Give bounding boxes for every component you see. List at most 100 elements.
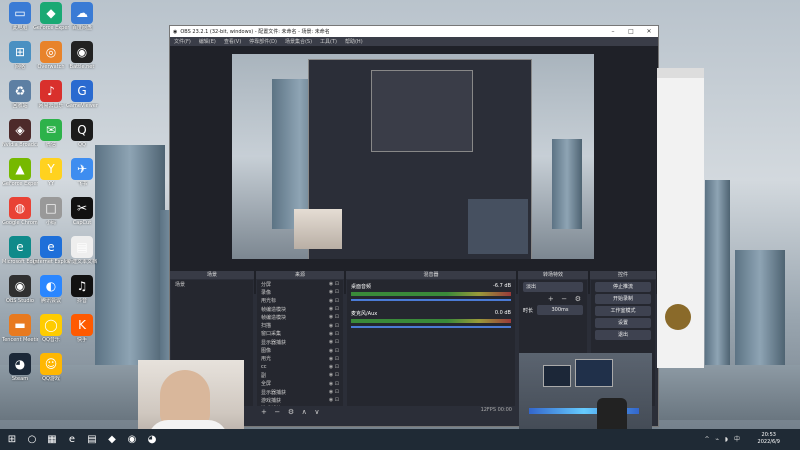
desktop-shortcut-label: 新建文本文档 bbox=[66, 259, 97, 265]
menu-item[interactable]: 文件(F) bbox=[174, 38, 191, 45]
visibility-lock-icon[interactable]: ◉ ⊡ bbox=[329, 397, 339, 403]
menu-item[interactable]: 工具(T) bbox=[320, 38, 337, 45]
source-name: 录像 bbox=[261, 289, 272, 296]
add-source-icon[interactable]: + bbox=[261, 408, 267, 416]
visibility-lock-icon[interactable]: ◉ ⊡ bbox=[329, 339, 339, 345]
source-item[interactable]: 分屏 ◉ ⊡ bbox=[257, 280, 343, 288]
visibility-lock-icon[interactable]: ◉ ⊡ bbox=[329, 381, 339, 387]
source-item[interactable]: 录像 ◉ ⊡ bbox=[257, 288, 343, 296]
source-item[interactable]: 用光 ◉ ⊡ bbox=[257, 355, 343, 363]
duration-label: 时长 bbox=[523, 307, 534, 314]
visibility-lock-icon[interactable]: ◉ ⊡ bbox=[329, 364, 339, 370]
visibility-lock-icon[interactable]: ◉ ⊡ bbox=[329, 314, 339, 320]
taskbar-clock[interactable]: 20:53 2022/6/9 bbox=[758, 432, 780, 446]
source-item[interactable]: cc ◉ ⊡ bbox=[257, 363, 343, 371]
source-item[interactable]: 用光标 ◉ ⊡ bbox=[257, 297, 343, 305]
move-down-icon[interactable]: ∨ bbox=[314, 408, 319, 416]
visibility-lock-icon[interactable]: ◉ ⊡ bbox=[329, 331, 339, 337]
volume-meter bbox=[351, 292, 511, 296]
visibility-lock-icon[interactable]: ◉ ⊡ bbox=[329, 281, 339, 287]
volume-slider[interactable] bbox=[351, 326, 511, 328]
desktop-shortcut[interactable]: K 快手 bbox=[64, 314, 100, 344]
taskbar-app-icon[interactable]: ▤ bbox=[84, 433, 100, 447]
transitions-dock-title: 转场特效 bbox=[518, 271, 588, 279]
source-item[interactable]: 窗口采集 ◉ ⊡ bbox=[257, 330, 343, 338]
desktop-shortcut[interactable]: ☁ 百度网盘 bbox=[64, 2, 100, 32]
visibility-lock-icon[interactable]: ◉ ⊡ bbox=[329, 348, 339, 354]
visibility-lock-icon[interactable]: ◉ ⊡ bbox=[329, 306, 339, 312]
app-icon: ◯ bbox=[40, 314, 62, 336]
source-properties-icon[interactable]: ⚙ bbox=[288, 408, 294, 416]
desktop-shortcut-label: 抖音 bbox=[76, 298, 87, 304]
control-button[interactable]: 工作室模式 bbox=[595, 306, 651, 316]
menu-item[interactable]: 查看(V) bbox=[224, 38, 241, 45]
menu-item[interactable]: 停靠部件(D) bbox=[249, 38, 277, 45]
obs-titlebar[interactable]: ◉ OBS 23.2.1 (32-bit, windows) - 配置文件: 未… bbox=[170, 26, 658, 37]
move-up-icon[interactable]: ∧ bbox=[302, 408, 307, 416]
taskbar-items: ⊞ ○ ▦ e ▤ ◆ ◉ ◕ bbox=[0, 433, 160, 447]
visibility-lock-icon[interactable]: ◉ ⊡ bbox=[329, 372, 339, 378]
side-app-window[interactable] bbox=[657, 68, 704, 368]
source-item[interactable]: 游戏捕获 2◉ ⊡ bbox=[257, 404, 343, 407]
source-item[interactable]: 扫描 ◉ ⊡ bbox=[257, 321, 343, 330]
taskbar-app-icon[interactable]: ◕ bbox=[144, 433, 160, 447]
source-item[interactable]: 游戏捕获 ◉ ⊡ bbox=[257, 396, 343, 404]
maximize-icon[interactable]: □ bbox=[622, 28, 640, 35]
taskbar-app-icon[interactable]: ◉ bbox=[124, 433, 140, 447]
streamer-figure bbox=[160, 370, 210, 425]
taskbar-app-icon[interactable]: ◆ bbox=[104, 433, 120, 447]
control-button[interactable]: 设置 bbox=[595, 318, 651, 328]
desktop-shortcut[interactable]: Q QQ bbox=[64, 119, 100, 149]
visibility-lock-icon[interactable]: ◉ ⊡ bbox=[329, 289, 339, 295]
desktop-shortcut[interactable]: G GameViewer bbox=[64, 80, 100, 110]
visibility-lock-icon[interactable]: ◉ ⊡ bbox=[329, 323, 339, 329]
menu-item[interactable]: 帮助(H) bbox=[345, 38, 363, 45]
app-icon: ♪ bbox=[40, 80, 62, 102]
obs-preview-canvas[interactable] bbox=[232, 54, 594, 259]
source-name: 游戏捕获 bbox=[261, 397, 282, 404]
obs-preview-area[interactable] bbox=[170, 46, 658, 294]
source-name: 副 bbox=[261, 372, 267, 379]
volume-slider[interactable] bbox=[351, 299, 511, 301]
duration-input[interactable]: 300ms bbox=[537, 305, 583, 315]
visibility-lock-icon[interactable]: ◉ ⊡ bbox=[329, 356, 339, 362]
transition-properties-icon[interactable]: ⚙ bbox=[575, 295, 581, 303]
remove-transition-icon[interactable]: − bbox=[561, 295, 567, 303]
source-item[interactable]: 帧编造模块 ◉ ⊡ bbox=[257, 313, 343, 321]
desktop-building bbox=[705, 180, 730, 390]
menu-item[interactable]: 编辑(E) bbox=[199, 38, 216, 45]
desktop-shortcut[interactable]: ☺ QQ游戏 bbox=[33, 353, 69, 383]
system-tray[interactable]: ^ ⌁ ◗ 中 bbox=[704, 434, 742, 443]
taskbar-app-icon[interactable]: ○ bbox=[24, 433, 40, 447]
desktop-shortcut[interactable]: ✈ 飞书 bbox=[64, 158, 100, 188]
obs-status-bar: 12FPS 00:00 bbox=[480, 407, 512, 413]
app-icon: ◆ bbox=[40, 2, 62, 24]
source-item[interactable]: 帧编造模块 ◉ ⊡ bbox=[257, 305, 343, 313]
source-item[interactable]: 显示器捕获 ◉ ⊡ bbox=[257, 388, 343, 396]
desktop-shortcut[interactable]: ♫ 抖音 bbox=[64, 275, 100, 305]
control-button[interactable]: 停止推流 bbox=[595, 282, 651, 292]
source-item[interactable]: 副 ◉ ⊡ bbox=[257, 371, 343, 379]
minimize-icon[interactable]: – bbox=[604, 28, 622, 35]
add-transition-icon[interactable]: + bbox=[548, 295, 554, 303]
menu-item[interactable]: 场景集合(S) bbox=[285, 38, 312, 45]
source-item[interactable]: 全屏 ◉ ⊡ bbox=[257, 380, 343, 388]
desktop-shortcut[interactable]: ▤ 新建文本文档 bbox=[64, 236, 100, 266]
transition-select[interactable]: 淡出 bbox=[523, 282, 583, 292]
source-item[interactable]: 显示器捕获 ◉ ⊡ bbox=[257, 338, 343, 346]
app-icon: ♻ bbox=[9, 80, 31, 102]
scene-item[interactable]: 场景 bbox=[171, 280, 253, 288]
taskbar-app-icon[interactable]: e bbox=[64, 433, 80, 447]
source-item[interactable]: 图像 ◉ ⊡ bbox=[257, 346, 343, 355]
visibility-lock-icon[interactable]: ◉ ⊡ bbox=[329, 298, 339, 304]
control-button[interactable]: 开始录制 bbox=[595, 294, 651, 304]
app-icon: ✂ bbox=[71, 197, 93, 219]
desktop-shortcut[interactable]: ✂ CapCut bbox=[64, 197, 100, 227]
visibility-lock-icon[interactable]: ◉ ⊡ bbox=[329, 389, 339, 395]
desktop-shortcut[interactable]: ◉ Battle.net bbox=[64, 41, 100, 71]
remove-source-icon[interactable]: − bbox=[274, 408, 280, 416]
taskbar-app-icon[interactable]: ▦ bbox=[44, 433, 60, 447]
taskbar-app-icon[interactable]: ⊞ bbox=[4, 433, 20, 447]
control-button[interactable]: 退出 bbox=[595, 330, 651, 340]
close-icon[interactable]: ✕ bbox=[640, 28, 658, 35]
